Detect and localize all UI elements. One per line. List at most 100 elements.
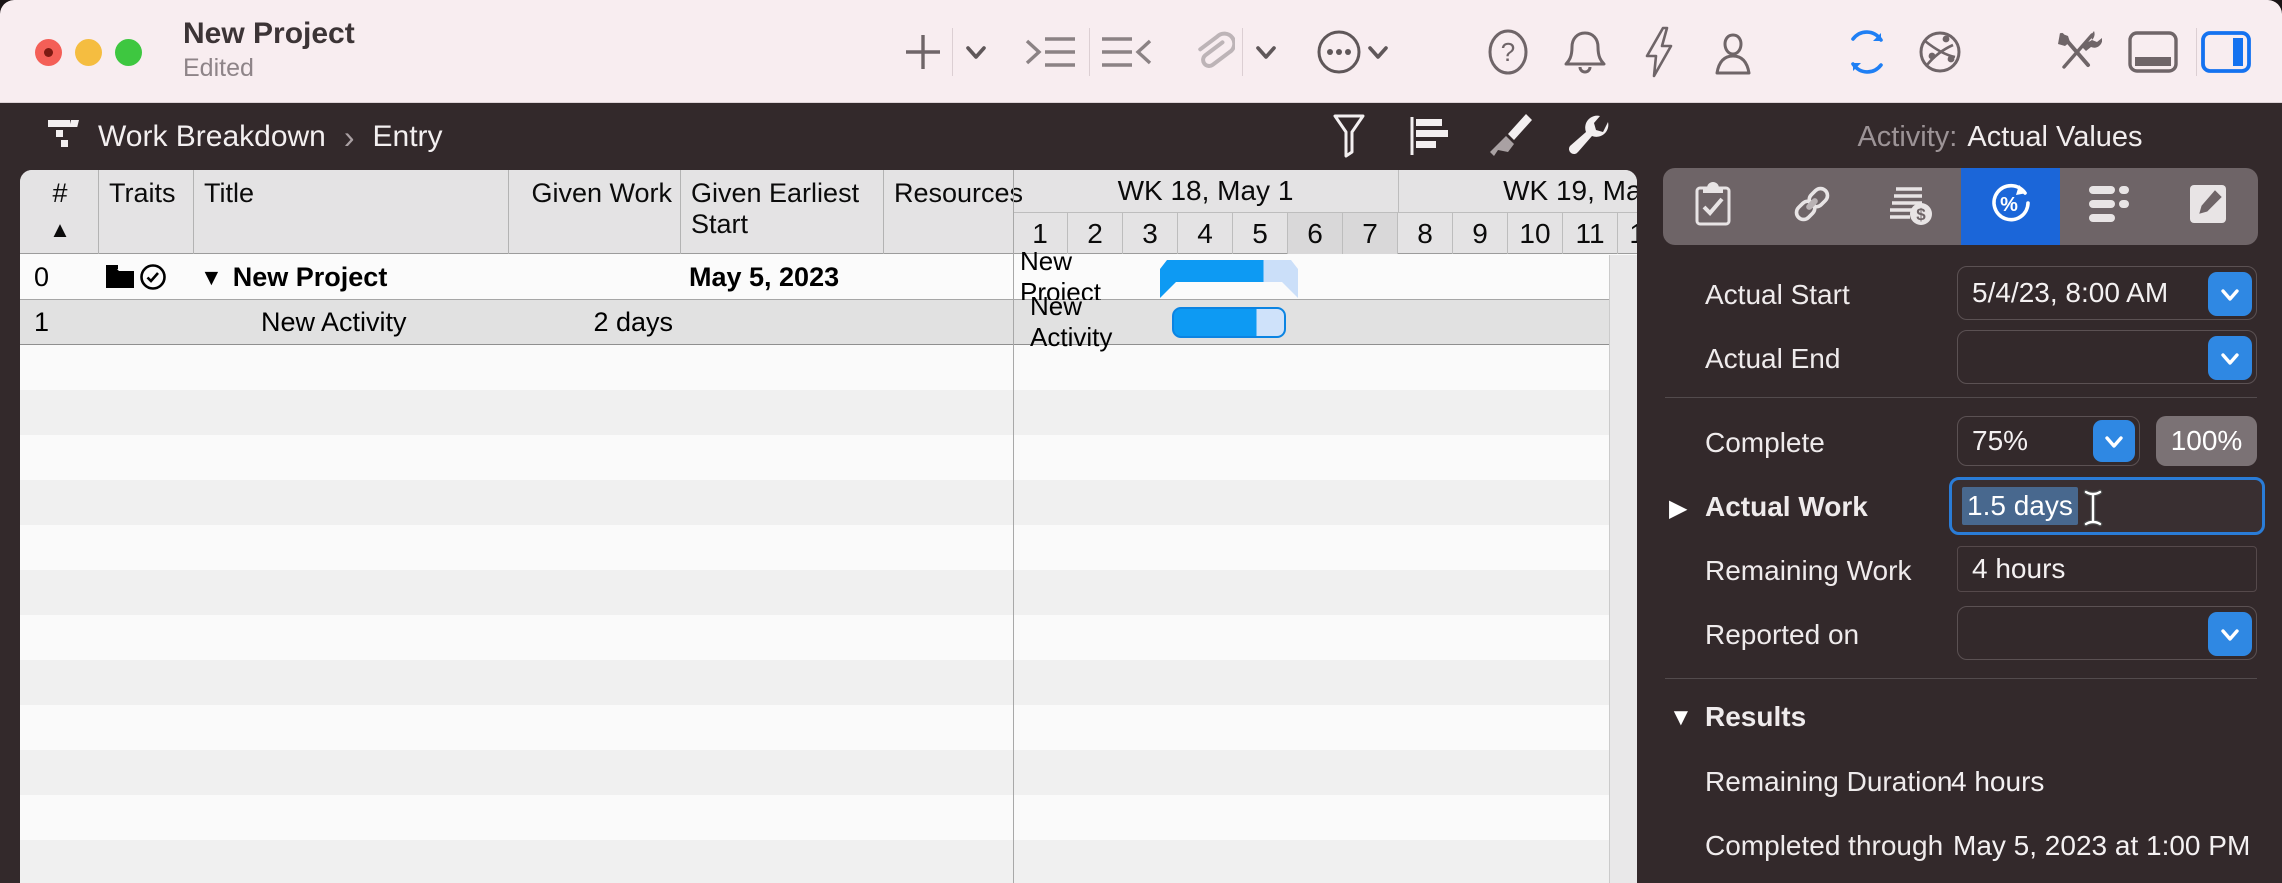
wrench-icon xyxy=(1566,112,1612,165)
clipboard-check-icon xyxy=(1693,181,1733,232)
actual-end-label: Actual End xyxy=(1705,343,1841,374)
outdent-button[interactable] xyxy=(1100,26,1152,78)
row-title-cell[interactable]: New Activity xyxy=(261,300,501,344)
resources-button[interactable] xyxy=(1707,26,1759,78)
complete-100-button[interactable]: 100% xyxy=(2156,416,2257,466)
complete-field[interactable]: 75% xyxy=(1957,416,2140,466)
help-button[interactable]: ? xyxy=(1482,26,1534,78)
breadcrumb: Work Breakdown › Entry xyxy=(46,104,443,170)
row-given-work[interactable]: 2 days xyxy=(509,300,673,344)
publish-network-button[interactable] xyxy=(1914,26,1966,78)
gantt-summary-bar[interactable] xyxy=(1160,260,1298,298)
zoom-window-button[interactable] xyxy=(115,39,142,66)
completed-through-label: Completed through xyxy=(1705,830,1944,861)
actual-work-disclosure[interactable]: ▶ xyxy=(1669,494,1687,523)
window-title: New Project xyxy=(183,17,355,50)
title-bar: New Project Edited ? xyxy=(0,0,2282,103)
notifications-button[interactable] xyxy=(1559,26,1611,78)
project-folder-icon xyxy=(105,264,135,290)
add-task-menu-button[interactable] xyxy=(950,26,1002,78)
sync-button[interactable] xyxy=(1841,26,1893,78)
remaining-work-label: Remaining Work xyxy=(1705,555,1912,586)
tab-assignments[interactable] xyxy=(2060,168,2159,245)
gantt-day-header: 5 xyxy=(1233,213,1288,254)
attach-file-button[interactable] xyxy=(1186,26,1238,78)
toggle-bottom-panel-button[interactable] xyxy=(2127,26,2179,78)
inspector-tab-bar: $ % xyxy=(1663,168,2258,245)
styles-button[interactable] xyxy=(1482,111,1536,165)
gantt-task-bar[interactable] xyxy=(1172,307,1286,338)
breadcrumb-mode[interactable]: Entry xyxy=(373,120,443,154)
completed-through-value: May 5, 2023 at 1:00 PM xyxy=(1953,830,2251,861)
row-given-earliest-start[interactable]: May 5, 2023 xyxy=(689,255,879,299)
complete-label: Complete xyxy=(1705,427,1825,458)
inspector-context-label: Activity: xyxy=(1857,120,1958,153)
indent-button[interactable] xyxy=(1025,26,1077,78)
table-header: # ▲ Traits Title Given Work Given Earlie… xyxy=(20,170,1637,254)
lightning-bolt-icon xyxy=(1641,26,1677,78)
tab-dependencies[interactable] xyxy=(1762,168,1861,245)
filter-button[interactable] xyxy=(1322,111,1376,165)
column-header-given-work[interactable]: Given Work xyxy=(509,170,681,254)
inspector-context-value: Actual Values xyxy=(1967,120,2143,153)
table-row-activity-selected[interactable]: 1 New Activity 2 days New Activity xyxy=(20,291,1637,352)
chevron-down-icon xyxy=(1252,38,1280,66)
gantt-day-header: 4 xyxy=(1178,213,1233,254)
column-header-number[interactable]: # ▲ xyxy=(20,170,99,254)
indent-icon xyxy=(1023,30,1079,74)
actual-start-field[interactable]: 5/4/23, 8:00 AM xyxy=(1957,266,2257,320)
right-panel-icon xyxy=(2200,30,2252,74)
toolbar-divider xyxy=(2196,28,2197,76)
reported-on-picker-button[interactable] xyxy=(2208,612,2252,656)
results-disclosure[interactable]: ▼ xyxy=(1669,704,1693,732)
column-header-title[interactable]: Title xyxy=(194,170,509,254)
toolbar-divider xyxy=(1089,28,1090,76)
column-header-traits[interactable]: Traits xyxy=(99,170,194,254)
project-settings-button[interactable] xyxy=(1562,111,1616,165)
customize-toolbar-button[interactable] xyxy=(2051,26,2103,78)
remaining-duration-value: 4 hours xyxy=(1951,766,2045,797)
view-options-button[interactable] xyxy=(1402,111,1456,165)
outdent-icon xyxy=(1098,30,1154,74)
close-window-button[interactable] xyxy=(35,39,62,66)
remaining-work-field[interactable]: 4 hours xyxy=(1957,546,2257,592)
table-gantt-divider[interactable] xyxy=(1013,170,1014,883)
minimize-window-button[interactable] xyxy=(75,39,102,66)
table-row-project[interactable]: 0 ▼ New Project May 5, 2023 New Project xyxy=(20,246,1637,307)
svg-text:%: % xyxy=(2000,194,2018,216)
svg-text:$: $ xyxy=(1916,205,1926,224)
tab-notes[interactable] xyxy=(2159,168,2258,245)
tab-actual-values[interactable]: % xyxy=(1960,168,2060,245)
column-header-given-earliest-start[interactable]: Given Earliest Start xyxy=(681,170,884,254)
toggle-inspector-button[interactable] xyxy=(2200,26,2252,78)
gantt-bar-label: New Activity xyxy=(1030,291,1113,352)
work-breakdown-panel: # ▲ Traits Title Given Work Given Earlie… xyxy=(20,170,1637,883)
sort-ascending-icon: ▲ xyxy=(49,217,71,242)
add-task-button[interactable] xyxy=(897,26,949,78)
table-body: 0 ▼ New Project May 5, 2023 New Project xyxy=(20,246,1637,883)
tab-task-info[interactable] xyxy=(1663,168,1762,245)
more-actions-menu-button[interactable] xyxy=(1352,26,1404,78)
row-title-cell[interactable]: ▼ New Project xyxy=(200,255,500,299)
results-header: Results xyxy=(1705,701,1807,732)
percent-sync-icon: % xyxy=(1986,180,2034,233)
reported-on-field[interactable] xyxy=(1957,606,2257,660)
actual-work-field-focused[interactable]: 1.5 days xyxy=(1949,477,2265,535)
tab-costs[interactable]: $ xyxy=(1861,168,1960,245)
actual-end-field[interactable] xyxy=(1957,330,2257,384)
disclosure-triangle[interactable]: ▼ xyxy=(200,264,223,291)
vertical-scrollbar-track[interactable] xyxy=(1609,255,1637,883)
network-globe-icon xyxy=(1915,27,1965,77)
complete-stepper-button[interactable] xyxy=(2093,420,2135,462)
column-header-resources[interactable]: Resources xyxy=(884,170,1023,254)
person-icon xyxy=(1710,27,1756,77)
inspector-context: Activity: Actual Values xyxy=(1760,104,2240,170)
gantt-week-header: WK 19, May 8 xyxy=(1398,170,1637,213)
breadcrumb-separator: › xyxy=(343,118,355,155)
actual-start-picker-button[interactable] xyxy=(2208,272,2252,316)
change-tracking-button[interactable] xyxy=(1633,26,1685,78)
attach-menu-button[interactable] xyxy=(1240,26,1292,78)
breadcrumb-view[interactable]: Work Breakdown xyxy=(98,120,326,154)
sync-icon xyxy=(1843,26,1891,78)
actual-end-picker-button[interactable] xyxy=(2208,336,2252,380)
